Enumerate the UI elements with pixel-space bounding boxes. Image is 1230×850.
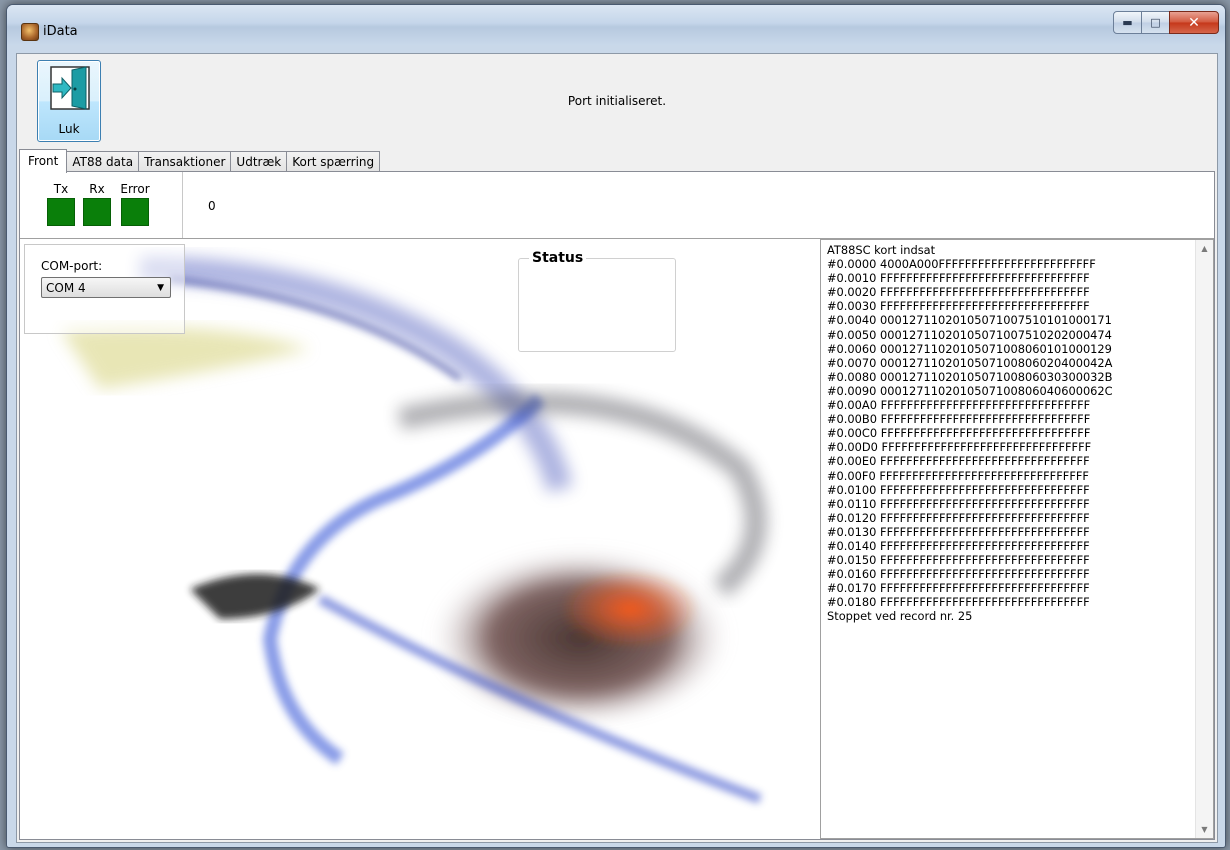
log-line: #0.0000 4000A000FFFFFFFFFFFFFFFFFFFFFFFF [827, 257, 1096, 272]
status-group-title: Status [529, 250, 587, 266]
log-line: AT88SC kort indsat [827, 243, 936, 257]
com-port-selected-value: COM 4 [46, 281, 86, 295]
tab-kort-spaerring[interactable]: Kort spærring [286, 151, 381, 172]
tab-front[interactable]: Front [19, 149, 68, 173]
log-line: #0.0070 0001271102010507100806020400042A [827, 355, 1113, 370]
minimize-icon: ▬ [1122, 16, 1133, 29]
app-window: iData ▬ □ ✕ Luk Port initialiseret. Fron… [6, 4, 1226, 848]
rx-led [83, 198, 111, 226]
com-port-label: COM-port: [41, 259, 103, 273]
led-group: Tx Rx Error [38, 182, 178, 232]
com-port-select[interactable]: COM 4 ▼ [41, 277, 171, 298]
log-line: #0.0120 FFFFFFFFFFFFFFFFFFFFFFFFFFFFFFFF [827, 510, 1090, 525]
log-line: #0.0010 FFFFFFFFFFFFFFFFFFFFFFFFFFFFFFFF [827, 271, 1090, 286]
log-line: #0.00F0 FFFFFFFFFFFFFFFFFFFFFFFFFFFFFFFF [827, 468, 1089, 483]
error-label: Error [120, 182, 150, 196]
minimize-button[interactable]: ▬ [1113, 11, 1142, 34]
log-line: #0.0100 FFFFFFFFFFFFFFFFFFFFFFFFFFFFFFFF [827, 482, 1090, 497]
scroll-up-icon[interactable]: ▲ [1196, 240, 1213, 257]
client-area: Luk Port initialiseret. Front AT88 data … [16, 53, 1218, 843]
counter-value: 0 [208, 199, 216, 213]
log-line: #0.0150 FFFFFFFFFFFFFFFFFFFFFFFFFFFFFFFF [827, 553, 1090, 568]
log-line: #0.00A0 FFFFFFFFFFFFFFFFFFFFFFFFFFFFFFFF [827, 398, 1091, 413]
log-line: #0.0130 FFFFFFFFFFFFFFFFFFFFFFFFFFFFFFFF [827, 524, 1090, 539]
rx-indicator: Rx [83, 182, 111, 226]
error-led [121, 198, 149, 226]
log-line: #0.0080 0001271102010507100806030300032B [827, 369, 1113, 384]
log-line: #0.0170 FFFFFFFFFFFFFFFFFFFFFFFFFFFFFFFF [827, 581, 1090, 596]
log-lines: AT88SC kort indsat #0.0000 4000A000FFFFFF… [827, 243, 1191, 624]
chevron-down-icon: ▼ [157, 283, 164, 293]
log-line: #0.0090 0001271102010507100806040600062C [827, 383, 1113, 398]
log-line: #0.0160 FFFFFFFFFFFFFFFFFFFFFFFFFFFFFFFF [827, 567, 1090, 582]
log-line: #0.0020 FFFFFFFFFFFFFFFFFFFFFFFFFFFFFFFF [827, 285, 1090, 300]
log-line: #0.00B0 FFFFFFFFFFFFFFFFFFFFFFFFFFFFFFFF [827, 412, 1091, 427]
log-scrollbar[interactable]: ▲ ▼ [1195, 240, 1213, 838]
log-line: #0.00D0 FFFFFFFFFFFFFFFFFFFFFFFFFFFFFFFF [827, 440, 1092, 455]
log-line: #0.0140 FFFFFFFFFFFFFFFFFFFFFFFFFFFFFFFF [827, 538, 1090, 553]
scroll-down-icon[interactable]: ▼ [1196, 821, 1213, 838]
log-line: Stoppet ved record nr. 25 [827, 609, 973, 624]
com-port-panel: COM-port: COM 4 ▼ [24, 244, 185, 334]
tab-at88-data[interactable]: AT88 data [66, 151, 140, 172]
status-group-box: Status [518, 250, 676, 352]
card-data-log[interactable]: AT88SC kort indsat #0.0000 4000A000FFFFFF… [820, 239, 1214, 839]
log-line: #0.0180 FFFFFFFFFFFFFFFFFFFFFFFFFFFFFFFF [827, 595, 1090, 610]
log-line: #0.00E0 FFFFFFFFFFFFFFFFFFFFFFFFFFFFFFFF [827, 454, 1090, 469]
error-indicator: Error [119, 182, 151, 226]
port-status-message: Port initialiseret. [567, 94, 667, 108]
close-icon: ✕ [1188, 14, 1200, 31]
front-tab-panel: Tx Rx Error 0 COM-port: COM 4 ▼ Status A… [19, 171, 1215, 840]
log-line: #0.0060 00012711020105071008060101000129 [827, 341, 1112, 356]
maximize-button[interactable]: □ [1141, 11, 1170, 34]
divider [182, 172, 183, 238]
app-icon[interactable] [21, 23, 39, 41]
tab-udtraek[interactable]: Udtræk [230, 151, 288, 172]
window-title: iData [43, 24, 78, 39]
rx-label: Rx [89, 182, 105, 196]
tx-indicator: Tx [47, 182, 75, 226]
tab-strip: Front AT88 data Transaktioner Udtræk Kor… [19, 149, 381, 173]
log-line: #0.0030 FFFFFFFFFFFFFFFFFFFFFFFFFFFFFFFF [827, 299, 1090, 314]
maximize-icon: □ [1150, 16, 1161, 29]
toolbar: Luk Port initialiseret. [17, 54, 1217, 144]
log-line: #0.0040 00012711020105071007510101000171 [827, 313, 1112, 328]
luk-label: Luk [58, 122, 80, 136]
tx-label: Tx [53, 182, 69, 196]
log-line: #0.0110 FFFFFFFFFFFFFFFFFFFFFFFFFFFFFFFF [827, 496, 1090, 511]
log-line: #0.00C0 FFFFFFFFFFFFFFFFFFFFFFFFFFFFFFFF [827, 426, 1091, 441]
title-bar[interactable]: iData ▬ □ ✕ [7, 5, 1225, 45]
tx-led [47, 198, 75, 226]
log-line: #0.0050 00012711020105071007510202000474 [827, 327, 1112, 342]
indicator-panel: Tx Rx Error 0 [20, 172, 1214, 239]
window-controls: ▬ □ ✕ [1113, 11, 1219, 35]
close-window-button[interactable]: ✕ [1169, 11, 1219, 34]
tab-transaktioner[interactable]: Transaktioner [138, 151, 232, 172]
